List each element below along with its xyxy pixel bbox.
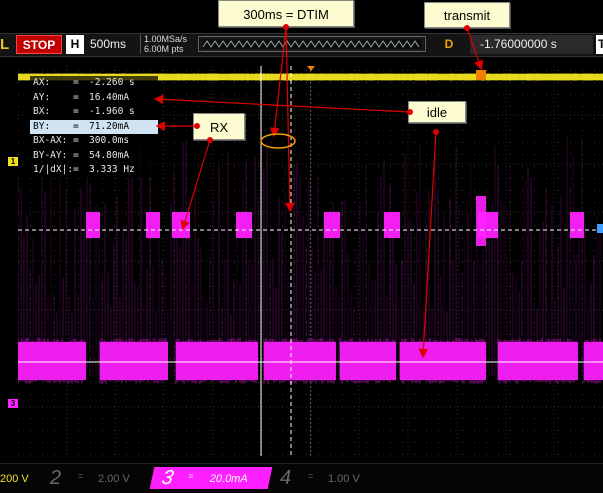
trigger-label[interactable]: T	[596, 35, 603, 54]
horizontal-label[interactable]: H	[66, 35, 84, 54]
channel-3-setting[interactable]: 3 = 20.0mA	[149, 467, 273, 489]
measure-by-ay: BY-AY: = 54.80mA	[33, 149, 130, 161]
annotation-transmit: transmit	[424, 2, 510, 28]
channel-3-transmit-spike	[476, 196, 486, 246]
trigger-level-marker	[476, 70, 486, 80]
channel-1-setting[interactable]: 200 V	[0, 467, 42, 489]
measure-ax: AX: = -2.260 s	[33, 77, 135, 88]
cursor-measurement-panel: AX: = -2.260 s AY: = 16.40mA BX: = -1.960 s BY…	[30, 76, 158, 178]
trigger-delay-label: D	[444, 37, 454, 51]
measure-inverse-dx: 1/|dX|:= 3.333 Hz	[33, 164, 135, 175]
channel-3-rx-burst	[146, 212, 160, 238]
right-edge-marker	[597, 224, 603, 233]
channel-3-rx-burst	[324, 212, 340, 238]
measure-by: BY: = 71.20mA	[30, 119, 158, 134]
sample-rate: 1.00MSa/s	[144, 34, 188, 44]
run-stop-button[interactable]: STOP	[16, 35, 62, 54]
memory-depth: 6.00M pts	[144, 44, 184, 54]
channel-3-idle-burst	[400, 342, 486, 380]
brand-logo: L	[0, 36, 10, 53]
memory-waveform-preview	[200, 37, 424, 51]
measure-bx: BX: = -1.960 s	[33, 106, 135, 117]
channel-2-setting[interactable]: 2 = 2.00 V	[50, 467, 150, 489]
annotation-rx: RX	[193, 113, 245, 140]
measure-ay: AY: = 16.40mA	[33, 91, 130, 103]
trigger-position-marker	[307, 66, 315, 71]
measure-bx-ax: BX-AX: = 300.0ms	[33, 135, 130, 146]
channel-3-rx-burst	[236, 212, 252, 238]
channel-3-rx-burst	[384, 212, 400, 238]
annotation-dtim: 300ms = DTIM	[218, 0, 354, 27]
channel-3-marker[interactable]: 3	[8, 399, 18, 408]
channel-3-rx-burst	[86, 212, 100, 238]
memory-overview-bar[interactable]	[198, 36, 426, 52]
channel-4-setting[interactable]: 4 = 1.00 V	[280, 467, 380, 489]
channel-1-marker[interactable]: 1	[8, 157, 18, 166]
channel-3-rx-burst	[172, 212, 190, 238]
channel-3-rx-burst	[570, 212, 584, 238]
annotation-idle: idle	[408, 101, 466, 123]
timebase-value[interactable]: 500ms	[90, 37, 126, 51]
trigger-delay-value[interactable]: -1.76000000 s	[470, 35, 593, 54]
acquisition-info: 1.00MSa/s 6.00M pts	[140, 34, 187, 54]
